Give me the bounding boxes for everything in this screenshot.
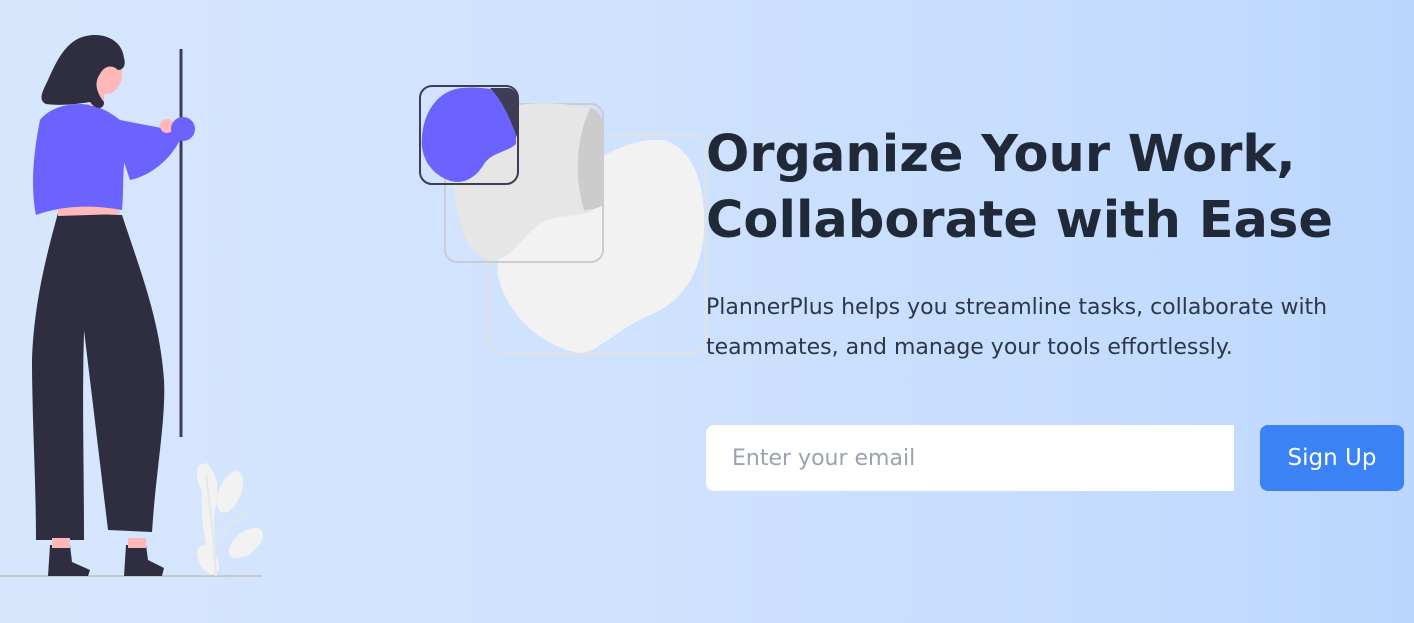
overlapping-cards-illustration <box>419 85 707 354</box>
email-input[interactable] <box>706 425 1234 491</box>
headline-line-2: Collaborate with Ease <box>706 191 1333 250</box>
hero-content: Organize Your Work, Collaborate with Eas… <box>706 122 1406 368</box>
hero-headline: Organize Your Work, Collaborate with Eas… <box>706 122 1406 254</box>
hero-section: Organize Your Work, Collaborate with Eas… <box>0 0 1414 623</box>
headline-line-1: Organize Your Work, <box>706 125 1296 184</box>
sign-up-button[interactable]: Sign Up <box>1260 425 1404 491</box>
signup-form: Sign Up <box>706 425 1406 491</box>
woman-standing-illustration <box>0 34 264 577</box>
hero-description: PlannerPlus helps you streamline tasks, … <box>706 295 1328 360</box>
